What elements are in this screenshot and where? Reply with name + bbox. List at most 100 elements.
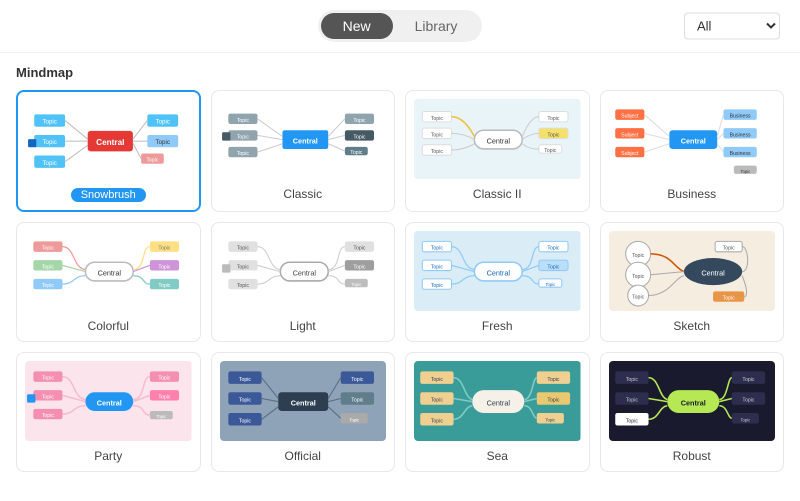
- template-card-fresh[interactable]: Central Topic Topic Topic Topic Topic To…: [405, 222, 590, 342]
- svg-text:Topic: Topic: [158, 376, 171, 382]
- svg-text:Subject: Subject: [621, 132, 639, 138]
- svg-text:Topic: Topic: [431, 418, 444, 424]
- svg-text:Topic: Topic: [547, 246, 560, 252]
- svg-text:Central: Central: [97, 399, 122, 408]
- template-label-snowbrush: Snowbrush: [71, 188, 146, 202]
- svg-text:Subject: Subject: [621, 114, 639, 120]
- svg-text:Topic: Topic: [42, 283, 55, 289]
- template-card-sea[interactable]: Central Topic Topic Topic Topic Topic To…: [405, 352, 590, 472]
- svg-text:Topic: Topic: [158, 246, 171, 252]
- svg-text:Central: Central: [680, 137, 705, 146]
- template-thumb-classic: Central Topic Topic Topic Topic Topic To…: [220, 99, 387, 179]
- template-label-robust: Robust: [673, 449, 711, 463]
- svg-text:Topic: Topic: [353, 246, 366, 252]
- svg-text:Topic: Topic: [156, 414, 166, 419]
- template-thumb-snowbrush: Central Topic Topic Topic Topic Topic To…: [26, 100, 191, 180]
- template-thumb-business: Central Subject Subject Subject Business…: [609, 99, 776, 179]
- svg-text:Topic: Topic: [740, 169, 750, 174]
- svg-text:Topic: Topic: [42, 376, 55, 382]
- template-card-party[interactable]: Central Topic Topic Topic Topic Topic To…: [16, 352, 201, 472]
- svg-text:Topic: Topic: [742, 377, 755, 383]
- svg-text:Topic: Topic: [625, 418, 638, 424]
- svg-text:Topic: Topic: [351, 377, 364, 383]
- template-thumb-light: Central Topic Topic Topic Topic Topic To…: [220, 231, 387, 311]
- template-label-sketch: Sketch: [673, 319, 710, 333]
- template-card-sketch[interactable]: Central Topic Topic Topic Topic Topic Sk…: [600, 222, 785, 342]
- template-thumb-official: Central Topic Topic Topic Topic Topic To…: [220, 361, 387, 441]
- svg-text:Topic: Topic: [236, 283, 249, 289]
- svg-text:Subject: Subject: [621, 151, 639, 157]
- svg-text:Topic: Topic: [238, 398, 251, 404]
- svg-text:Central: Central: [487, 137, 511, 146]
- template-label-classic: Classic: [283, 187, 322, 201]
- svg-text:Topic: Topic: [632, 274, 645, 280]
- svg-text:Topic: Topic: [236, 135, 249, 141]
- svg-text:Topic: Topic: [146, 158, 158, 164]
- svg-text:Business: Business: [729, 114, 750, 120]
- svg-text:Topic: Topic: [722, 296, 735, 302]
- svg-text:Topic: Topic: [158, 394, 171, 400]
- svg-text:Central: Central: [487, 399, 511, 408]
- tab-new[interactable]: New: [321, 13, 393, 39]
- svg-text:Topic: Topic: [236, 118, 249, 124]
- template-card-classic2[interactable]: Central Topic Topic Topic Topic Topic To…: [405, 90, 590, 212]
- template-label-business: Business: [667, 187, 716, 201]
- svg-text:Topic: Topic: [238, 377, 251, 383]
- template-label-classic2: Classic II: [473, 187, 522, 201]
- svg-text:Topic: Topic: [431, 398, 444, 404]
- svg-text:Topic: Topic: [545, 282, 555, 287]
- svg-text:Topic: Topic: [156, 139, 170, 146]
- template-card-business[interactable]: Central Subject Subject Subject Business…: [600, 90, 785, 212]
- svg-text:Topic: Topic: [431, 132, 444, 138]
- template-card-light[interactable]: Central Topic Topic Topic Topic Topic To…: [211, 222, 396, 342]
- svg-text:Topic: Topic: [547, 116, 560, 122]
- template-thumb-classic2: Central Topic Topic Topic Topic Topic To…: [414, 99, 581, 179]
- svg-text:Topic: Topic: [42, 139, 56, 146]
- svg-text:Topic: Topic: [431, 377, 444, 383]
- svg-text:Topic: Topic: [431, 264, 444, 270]
- template-thumb-party: Central Topic Topic Topic Topic Topic To…: [25, 361, 192, 441]
- template-card-colorful[interactable]: Central Topic Topic Topic Topic Topic To…: [16, 222, 201, 342]
- svg-text:Topic: Topic: [236, 246, 249, 252]
- template-label-party: Party: [94, 449, 122, 463]
- main-content: Mindmap Central Topic Topic Topic Topic …: [0, 53, 800, 501]
- svg-text:Topic: Topic: [158, 264, 171, 270]
- template-card-snowbrush[interactable]: Central Topic Topic Topic Topic Topic To…: [16, 90, 201, 212]
- svg-text:Topic: Topic: [547, 132, 560, 138]
- template-card-robust[interactable]: Central Topic Topic Topic Topic Topic To…: [600, 352, 785, 472]
- template-thumb-sketch: Central Topic Topic Topic Topic Topic: [609, 231, 776, 311]
- template-card-classic[interactable]: Central Topic Topic Topic Topic Topic To…: [211, 90, 396, 212]
- svg-text:Topic: Topic: [42, 413, 55, 419]
- section-label: Mindmap: [16, 65, 784, 80]
- svg-text:Topic: Topic: [544, 148, 557, 154]
- template-label-colorful: Colorful: [88, 319, 129, 333]
- svg-text:Topic: Topic: [42, 264, 55, 270]
- svg-text:Topic: Topic: [42, 119, 56, 126]
- svg-text:Topic: Topic: [431, 246, 444, 252]
- svg-text:Topic: Topic: [625, 377, 638, 383]
- svg-text:Topic: Topic: [350, 150, 363, 156]
- svg-text:Topic: Topic: [351, 282, 361, 287]
- svg-text:Topic: Topic: [431, 116, 444, 122]
- svg-text:Topic: Topic: [353, 118, 366, 124]
- svg-text:Business: Business: [729, 151, 750, 157]
- svg-text:Topic: Topic: [42, 394, 55, 400]
- svg-text:Central: Central: [680, 399, 705, 408]
- svg-text:Topic: Topic: [547, 377, 560, 383]
- template-thumb-robust: Central Topic Topic Topic Topic Topic To…: [609, 361, 776, 441]
- svg-text:Topic: Topic: [158, 283, 171, 289]
- tab-library[interactable]: Library: [393, 13, 480, 39]
- svg-text:Topic: Topic: [742, 398, 755, 404]
- template-thumb-fresh: Central Topic Topic Topic Topic Topic To…: [414, 231, 581, 311]
- template-label-sea: Sea: [487, 449, 508, 463]
- template-grid: Central Topic Topic Topic Topic Topic To…: [16, 90, 784, 472]
- header: New Library All Mindmap Flowchart Org Ch…: [0, 0, 800, 53]
- svg-text:Topic: Topic: [353, 264, 366, 270]
- filter-select[interactable]: All Mindmap Flowchart Org Chart: [684, 13, 780, 40]
- template-card-official[interactable]: Central Topic Topic Topic Topic Topic To…: [211, 352, 396, 472]
- svg-text:Central: Central: [701, 269, 725, 278]
- svg-text:Topic: Topic: [722, 246, 735, 252]
- svg-text:Topic: Topic: [431, 149, 444, 155]
- svg-text:Topic: Topic: [349, 417, 359, 422]
- template-label-official: Official: [285, 449, 321, 463]
